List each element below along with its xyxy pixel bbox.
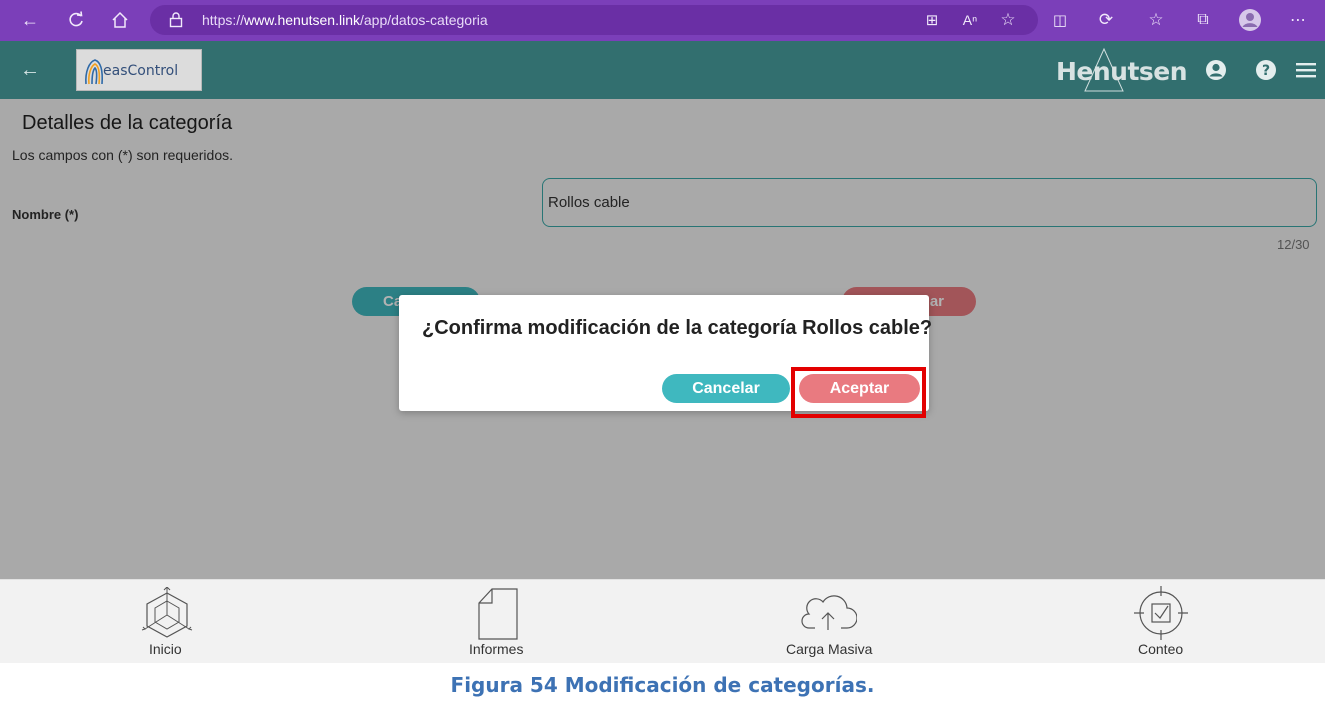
read-aloud-icon[interactable]: Aⁿ xyxy=(958,8,982,32)
accept-highlight-box xyxy=(791,367,926,418)
logo-text: easControl xyxy=(103,63,179,79)
target-check-icon xyxy=(1134,586,1188,640)
address-bar[interactable]: https://www.henutsen.link/app/datos-cate… xyxy=(150,5,1038,35)
figure-caption: Figura 54 Modificación de categorías. xyxy=(450,673,875,697)
favorites-list-icon[interactable]: ☆ xyxy=(1144,8,1168,32)
more-options-icon[interactable]: ⋯ xyxy=(1286,8,1310,32)
cloud-upload-icon xyxy=(801,595,857,630)
nav-item-inicio[interactable]: Inicio xyxy=(132,580,202,663)
favorite-star-icon[interactable]: ☆ xyxy=(996,8,1020,32)
tabs-collections-icon[interactable]: ⧉ xyxy=(1191,8,1215,32)
bottom-navigation: Inicio Informes Carga Masiva Conteo xyxy=(0,579,1325,663)
cube-icon xyxy=(141,587,193,638)
collections-icon[interactable]: ◫ xyxy=(1048,8,1072,32)
company-logo: easControl xyxy=(76,49,202,91)
url-text: https://www.henutsen.link/app/datos-cate… xyxy=(202,12,488,28)
fingerprint-icon xyxy=(85,59,104,85)
lock-icon xyxy=(164,8,188,32)
nav-label-inicio: Inicio xyxy=(149,641,182,657)
nav-item-informes[interactable]: Informes xyxy=(466,580,530,663)
browser-toolbar: ← https://www.henutsen.link/app/datos-ca… xyxy=(0,0,1325,41)
brand-wordmark: Henutsen xyxy=(1056,57,1188,86)
svg-text:?: ? xyxy=(1262,63,1270,79)
user-account-icon[interactable] xyxy=(1204,58,1228,82)
confirm-message: ¿Confirma modificación de la categoría R… xyxy=(422,317,933,339)
app-header: ← easControl Henutsen ? xyxy=(0,41,1325,99)
help-icon[interactable]: ? xyxy=(1254,58,1278,82)
profile-icon[interactable] xyxy=(1238,8,1262,32)
back-arrow-icon[interactable]: ← xyxy=(18,58,42,82)
extensions-icon[interactable]: ⟳ xyxy=(1094,8,1118,32)
nav-item-conteo[interactable]: Conteo xyxy=(1130,580,1192,663)
refresh-icon[interactable] xyxy=(64,8,88,32)
hamburger-menu-icon[interactable] xyxy=(1294,58,1318,82)
nav-label-informes: Informes xyxy=(469,641,524,657)
home-icon[interactable] xyxy=(108,8,132,32)
nav-label-conteo: Conteo xyxy=(1138,641,1184,657)
nav-label-carga-masiva: Carga Masiva xyxy=(786,641,873,657)
cancel-button[interactable]: Cancelar xyxy=(662,374,790,403)
screenshot: ← https://www.henutsen.link/app/datos-ca… xyxy=(0,0,1325,663)
document-icon xyxy=(478,588,518,640)
app-available-icon[interactable]: ⊞ xyxy=(920,8,944,32)
nav-item-carga-masiva[interactable]: Carga Masiva xyxy=(785,580,875,663)
back-icon[interactable]: ← xyxy=(18,8,42,32)
